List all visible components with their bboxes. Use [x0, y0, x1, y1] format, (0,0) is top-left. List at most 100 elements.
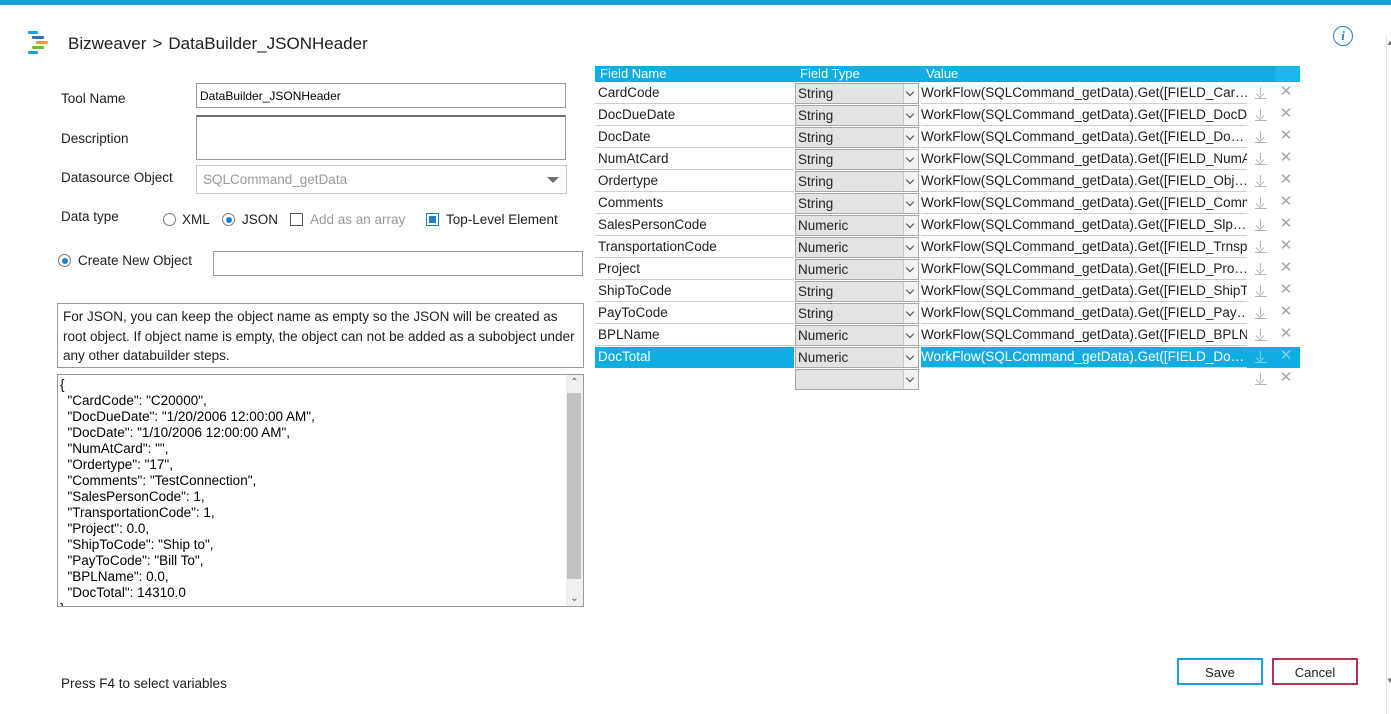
field-type-select[interactable]: String [795, 193, 919, 214]
save-button[interactable]: Save [1177, 658, 1263, 685]
download-icon[interactable] [1254, 328, 1268, 342]
top-level-element-label[interactable]: Top-Level Element [446, 212, 558, 227]
download-icon[interactable] [1254, 262, 1268, 276]
json-preview-scrollbar[interactable]: ⌃ ⌄ [566, 375, 583, 606]
radio-xml[interactable] [163, 213, 176, 226]
field-type-select[interactable]: String [795, 303, 919, 324]
table-row[interactable]: PayToCode String WorkFlow(SQLCommand_getDa… [595, 302, 1300, 324]
field-name-cell[interactable]: Project [595, 259, 794, 280]
field-name-cell[interactable]: DocDate [595, 127, 794, 148]
close-icon[interactable]: ✕ [1279, 370, 1293, 386]
field-name-cell[interactable]: NumAtCard [595, 149, 794, 170]
close-icon[interactable]: ✕ [1279, 84, 1293, 100]
download-icon[interactable] [1254, 196, 1268, 210]
close-icon[interactable]: ✕ [1279, 326, 1293, 342]
field-name-cell[interactable]: PayToCode [595, 303, 794, 324]
download-icon[interactable] [1254, 86, 1268, 100]
column-header-field-type[interactable]: Field Type [800, 66, 860, 82]
chevron-down-icon[interactable] [903, 128, 918, 147]
close-icon[interactable]: ✕ [1279, 194, 1293, 210]
close-icon[interactable]: ✕ [1279, 128, 1293, 144]
scroll-up-icon[interactable]: ⌃ [566, 377, 583, 388]
download-icon[interactable] [1254, 306, 1268, 320]
download-icon[interactable] [1254, 372, 1268, 386]
chevron-down-icon[interactable] [903, 106, 918, 125]
download-icon[interactable] [1254, 130, 1268, 144]
table-row[interactable]: ShipToCode String WorkFlow(SQLCommand_getD… [595, 280, 1300, 302]
download-icon[interactable] [1254, 218, 1268, 232]
table-row[interactable]: DocDueDate String WorkFlow(SQLCommand_getD… [595, 104, 1300, 126]
close-icon[interactable]: ✕ [1279, 172, 1293, 188]
radio-json-label[interactable]: JSON [242, 212, 278, 227]
value-cell[interactable]: WorkFlow(SQLCommand_getData).Get([FIELD_… [921, 347, 1247, 368]
field-type-select[interactable]: String [795, 281, 919, 302]
table-row[interactable]: Project Numeric WorkFlow(SQLCommand_getDat… [595, 258, 1300, 280]
radio-json[interactable] [222, 213, 235, 226]
chevron-down-icon[interactable] [903, 370, 918, 389]
download-icon[interactable] [1254, 350, 1268, 364]
value-cell[interactable]: WorkFlow(SQLCommand_getData).Get([FIELD_… [921, 193, 1247, 214]
table-row[interactable]: TransportationCode Numeric WorkFlow(SQLCom… [595, 236, 1300, 258]
close-icon[interactable]: ✕ [1279, 150, 1293, 166]
chevron-down-icon[interactable] [903, 216, 918, 235]
field-type-select[interactable]: Numeric [795, 325, 919, 346]
value-cell[interactable]: WorkFlow(SQLCommand_getData).Get([FIELD_… [921, 237, 1247, 258]
value-cell[interactable]: WorkFlow(SQLCommand_getData).Get([FIELD_… [921, 259, 1247, 280]
field-type-select[interactable]: String [795, 83, 919, 104]
table-row[interactable]: SalesPersonCode Numeric WorkFlow(SQLComman… [595, 214, 1300, 236]
close-icon[interactable]: ✕ [1279, 106, 1293, 122]
radio-create-new-object[interactable] [58, 254, 71, 267]
field-name-cell[interactable]: Comments [595, 193, 794, 214]
value-cell[interactable]: WorkFlow(SQLCommand_getData).Get([FIELD_… [921, 149, 1247, 170]
create-new-object-label[interactable]: Create New Object [78, 253, 192, 268]
chevron-down-icon[interactable] [903, 326, 918, 345]
new-object-name-input[interactable] [213, 251, 583, 276]
value-cell[interactable]: WorkFlow(SQLCommand_getData).Get([FIELD_… [921, 127, 1247, 148]
field-name-cell[interactable]: TransportationCode [595, 237, 794, 258]
close-icon[interactable]: ✕ [1279, 304, 1293, 320]
table-row[interactable]: DocDate String WorkFlow(SQLCommand_getData… [595, 126, 1300, 148]
window-scrollbar[interactable]: ▲ ▼ [1386, 36, 1391, 714]
chevron-down-icon[interactable] [903, 260, 918, 279]
field-name-cell[interactable]: DocTotal [595, 347, 794, 368]
field-type-select[interactable]: Numeric [795, 259, 919, 280]
close-icon[interactable]: ✕ [1279, 282, 1293, 298]
download-icon[interactable] [1254, 284, 1268, 298]
field-name-cell[interactable] [595, 369, 794, 390]
value-cell[interactable]: WorkFlow(SQLCommand_getData).Get([FIELD_… [921, 281, 1247, 302]
field-type-select[interactable]: Numeric [795, 215, 919, 236]
table-row[interactable]: CardCode String WorkFlow(SQLCommand_getDat… [595, 82, 1300, 104]
table-row[interactable]: NumAtCard String WorkFlow(SQLCommand_getDa… [595, 148, 1300, 170]
value-cell[interactable] [921, 369, 1247, 390]
chevron-down-icon[interactable] [903, 150, 918, 169]
field-name-cell[interactable]: SalesPersonCode [595, 215, 794, 236]
close-icon[interactable]: ✕ [1279, 260, 1293, 276]
field-type-select[interactable]: String [795, 171, 919, 192]
info-icon[interactable]: i [1333, 26, 1353, 46]
field-type-select[interactable] [795, 369, 919, 390]
json-preview[interactable]: { "CardCode": "C20000", "DocDueDate": "1… [57, 374, 584, 607]
table-row[interactable]: DocTotal Numeric WorkFlow(SQLCommand_getDa… [595, 346, 1300, 368]
description-field[interactable] [196, 115, 566, 160]
chevron-down-icon[interactable] [903, 84, 918, 103]
chevron-down-icon[interactable] [903, 238, 918, 257]
column-header-value[interactable]: Value [926, 66, 958, 82]
value-cell[interactable]: WorkFlow(SQLCommand_getData).Get([FIELD_… [921, 303, 1247, 324]
download-icon[interactable] [1254, 152, 1268, 166]
field-type-select[interactable]: Numeric [795, 237, 919, 258]
chevron-down-icon[interactable] [903, 194, 918, 213]
chevron-down-icon[interactable] [903, 304, 918, 323]
field-type-select[interactable]: String [795, 127, 919, 148]
field-name-cell[interactable]: ShipToCode [595, 281, 794, 302]
download-icon[interactable] [1254, 108, 1268, 122]
radio-xml-label[interactable]: XML [182, 212, 210, 227]
close-icon[interactable]: ✕ [1279, 216, 1293, 232]
value-cell[interactable]: WorkFlow(SQLCommand_getData).Get([FIELD_… [921, 215, 1247, 236]
scroll-thumb[interactable] [567, 393, 581, 579]
table-row[interactable]: Ordertype String WorkFlow(SQLCommand_getDa… [595, 170, 1300, 192]
add-as-array-checkbox[interactable] [290, 213, 303, 226]
download-icon[interactable] [1254, 240, 1268, 254]
datasource-select[interactable]: SQLCommand_getData [196, 165, 567, 194]
scroll-down-icon[interactable]: ⌄ [566, 593, 583, 604]
cancel-button[interactable]: Cancel [1272, 658, 1358, 685]
